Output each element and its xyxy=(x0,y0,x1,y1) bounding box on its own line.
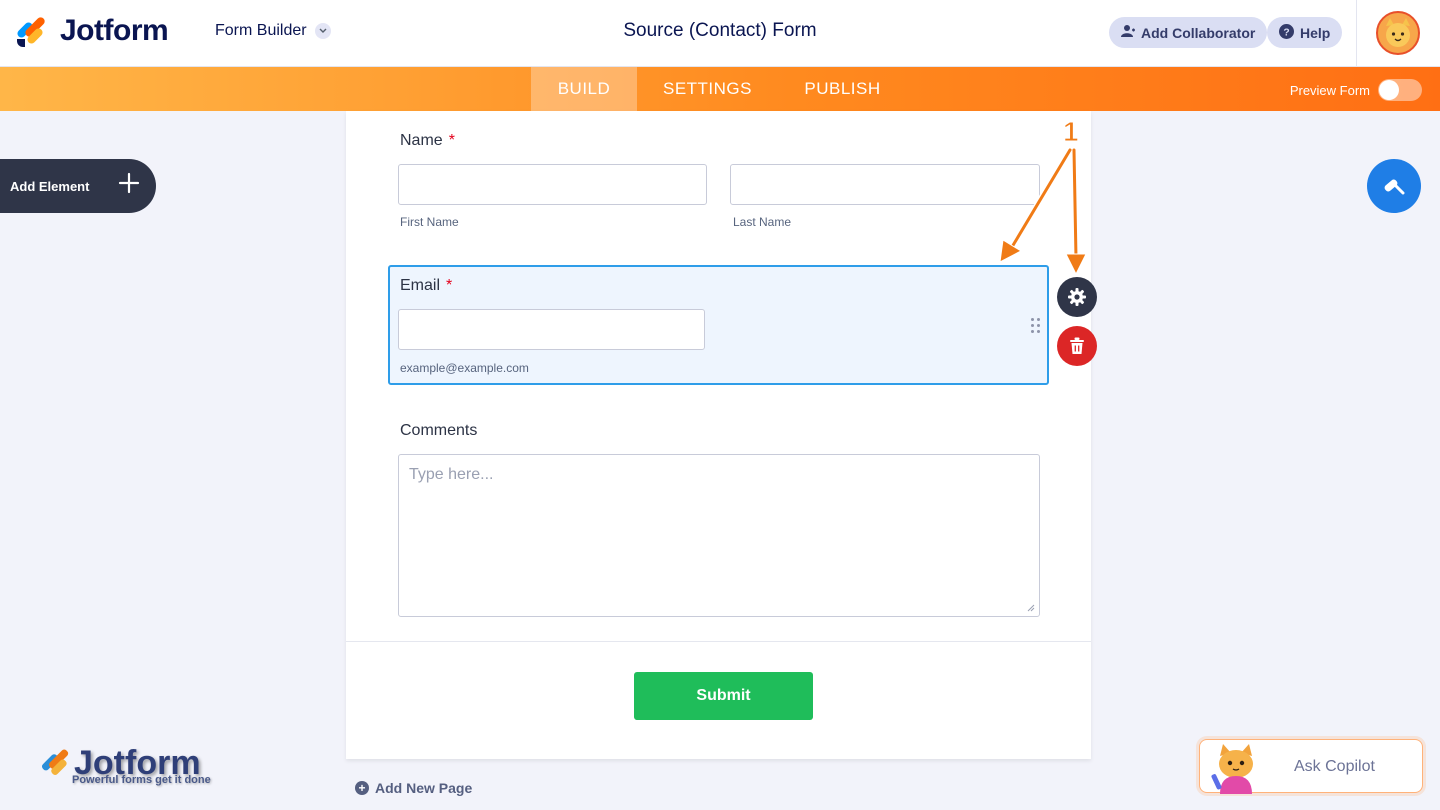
paint-roller-icon xyxy=(1384,179,1405,195)
tab-settings[interactable]: SETTINGS xyxy=(650,67,765,111)
ask-copilot-label: Ask Copilot xyxy=(1294,758,1375,775)
preview-form-label: Preview Form xyxy=(1289,82,1370,98)
add-collaborator-button[interactable]: Add Collaborator xyxy=(1109,17,1268,48)
tab-build[interactable]: BUILD xyxy=(531,67,637,111)
help-label: Help xyxy=(1300,24,1331,41)
annotation-number: 1 xyxy=(1063,116,1080,148)
add-element-label: Add Element xyxy=(10,178,90,194)
submit-button[interactable]: Submit xyxy=(634,672,813,720)
email-input[interactable] xyxy=(398,309,705,350)
delete-field-button[interactable] xyxy=(1057,326,1097,366)
comments-field-label: Comments xyxy=(400,422,478,439)
add-collaborator-label: Add Collaborator xyxy=(1141,24,1256,41)
header-divider xyxy=(1356,0,1357,67)
form-divider xyxy=(346,641,1091,642)
first-name-input[interactable] xyxy=(398,164,707,205)
preview-form-control: Preview Form xyxy=(1290,79,1422,101)
avatar[interactable] xyxy=(1376,11,1420,55)
jotform-logo-icon xyxy=(41,749,69,775)
help-icon: ? xyxy=(1279,23,1294,42)
watermark-tagline: Powerful forms get it done xyxy=(72,774,211,786)
field-properties-button[interactable] xyxy=(1057,277,1097,317)
name-field-label: Name * xyxy=(400,132,455,150)
avatar-icon xyxy=(1386,18,1410,47)
add-circle-icon: + xyxy=(355,781,369,795)
add-user-icon xyxy=(1121,24,1135,41)
last-name-input[interactable] xyxy=(730,164,1040,205)
required-mark: * xyxy=(448,132,455,149)
svg-text:?: ? xyxy=(1283,27,1289,38)
comments-placeholder: Type here... xyxy=(409,466,494,483)
builder-nav: BUILD SETTINGS PUBLISH Preview Form xyxy=(0,67,1440,111)
name-label-text: Name xyxy=(400,132,443,149)
email-sublabel: example@example.com xyxy=(400,361,529,375)
ask-copilot-button[interactable]: Ask Copilot xyxy=(1199,739,1423,794)
drag-handle-icon[interactable] xyxy=(1031,318,1041,334)
resize-grip-icon[interactable] xyxy=(1027,604,1035,612)
last-name-sublabel: Last Name xyxy=(733,215,792,229)
help-button[interactable]: ? Help xyxy=(1267,17,1343,48)
tab-publish[interactable]: PUBLISH xyxy=(790,67,895,111)
add-new-page-label: Add New Page xyxy=(375,780,473,796)
email-field-label: Email * xyxy=(400,277,452,295)
required-mark: * xyxy=(446,277,453,294)
add-new-page-button[interactable]: + Add New Page xyxy=(355,780,472,796)
add-element-button[interactable]: Add Element xyxy=(0,159,156,213)
preview-form-toggle[interactable] xyxy=(1378,79,1422,101)
first-name-sublabel: First Name xyxy=(400,215,459,229)
email-label-text: Email xyxy=(400,277,441,294)
comments-textarea[interactable]: Type here... xyxy=(398,454,1040,617)
top-header: Jotform Form Builder Source (Contact) Fo… xyxy=(0,0,1440,67)
gear-icon xyxy=(1068,288,1086,306)
plus-icon xyxy=(118,172,140,198)
trash-icon xyxy=(1070,337,1084,354)
form-designer-button[interactable] xyxy=(1367,159,1421,213)
copilot-mascot-icon xyxy=(1211,744,1253,794)
